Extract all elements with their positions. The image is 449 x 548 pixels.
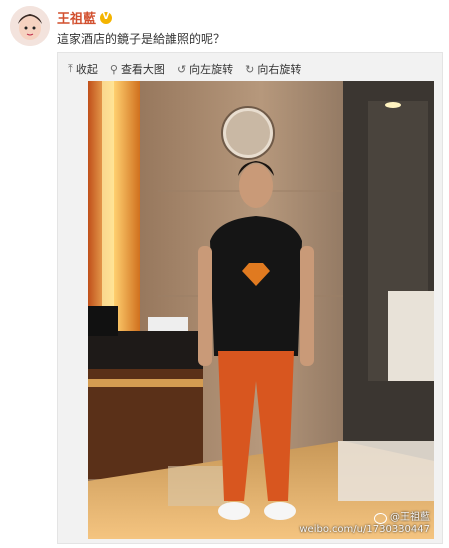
collapse-button[interactable]: ⤒ 收起 (68, 61, 98, 77)
arrow-up-icon: ⤒ (68, 62, 73, 75)
photo-watermark: @王祖藍 weibo.com/u/1730330447 (299, 512, 430, 536)
rotate-left-label: 向左旋转 (189, 63, 234, 76)
watermark-name: @王祖藍 (390, 512, 430, 523)
photo-illustration (88, 81, 434, 539)
post-author[interactable]: 王祖藍 V (57, 8, 113, 27)
view-large-label: 查看大图 (120, 63, 165, 76)
post-photo[interactable]: @王祖藍 weibo.com/u/1730330447 (88, 81, 434, 539)
weibo-logo-icon (374, 512, 387, 524)
media-toolbar: ⤒ 收起 ⚲ 查看大图 ↺ 向左旋转 ↻ 向右旋转 (68, 61, 301, 77)
rotate-right-label: 向右旋转 (257, 63, 302, 76)
collapse-label: 收起 (75, 63, 98, 76)
view-large-button[interactable]: ⚲ 查看大图 (110, 61, 165, 77)
rotate-left-icon: ↺ (176, 62, 187, 76)
verified-badge-icon: V (100, 11, 113, 24)
watermark-url: weibo.com/u/1730330447 (299, 524, 430, 535)
magnifier-icon: ⚲ (109, 62, 118, 76)
media-panel: ⤒ 收起 ⚲ 查看大图 ↺ 向左旋转 ↻ 向右旋转 @王祖藍 weibo.com… (57, 52, 443, 544)
rotate-right-icon: ↻ (245, 62, 255, 76)
post-text: 這家酒店的鏡子是給誰照的呢？ (57, 32, 226, 46)
avatar[interactable] (10, 6, 50, 46)
username-text[interactable]: 王祖藍 (57, 8, 96, 27)
avatar-image (10, 6, 50, 46)
rotate-right-button[interactable]: ↻ 向右旋转 (245, 61, 301, 77)
rotate-left-button[interactable]: ↺ 向左旋转 (177, 61, 233, 77)
